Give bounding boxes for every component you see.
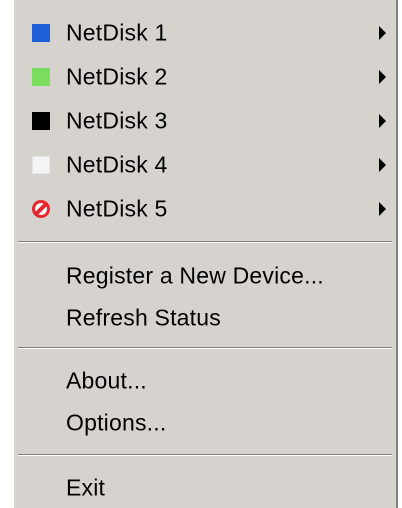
green-square-icon bbox=[32, 68, 50, 86]
submenu-arrow-icon bbox=[379, 114, 386, 128]
about-item[interactable]: About... bbox=[14, 361, 396, 401]
submenu-arrow-icon bbox=[379, 26, 386, 40]
about-label: About... bbox=[66, 367, 147, 394]
submenu-arrow-icon bbox=[379, 158, 386, 172]
no-entry-icon bbox=[32, 200, 50, 218]
menu-item-label: NetDisk 4 bbox=[66, 151, 168, 178]
menu-item-label: NetDisk 5 bbox=[66, 195, 168, 222]
context-menu: NetDisk 1 NetDisk 2 NetDisk 3 NetDisk 4 … bbox=[12, 0, 398, 508]
menu-item-label: NetDisk 3 bbox=[66, 107, 168, 134]
menu-separator bbox=[18, 347, 392, 349]
register-new-device-label: Register a New Device... bbox=[66, 262, 324, 289]
menu-item-netdisk-1[interactable]: NetDisk 1 bbox=[14, 13, 396, 53]
white-square-icon bbox=[32, 156, 50, 174]
black-square-icon bbox=[32, 112, 50, 130]
menu-item-netdisk-5[interactable]: NetDisk 5 bbox=[14, 189, 396, 229]
exit-label: Exit bbox=[66, 474, 106, 501]
submenu-arrow-icon bbox=[379, 202, 386, 216]
menu-item-netdisk-3[interactable]: NetDisk 3 bbox=[14, 101, 396, 141]
menu-item-label: NetDisk 2 bbox=[66, 63, 168, 90]
options-item[interactable]: Options... bbox=[14, 403, 396, 443]
refresh-status-item[interactable]: Refresh Status bbox=[14, 298, 396, 338]
menu-item-netdisk-2[interactable]: NetDisk 2 bbox=[14, 57, 396, 97]
refresh-status-label: Refresh Status bbox=[66, 304, 221, 331]
menu-separator bbox=[18, 454, 392, 456]
menu-separator bbox=[18, 241, 392, 243]
options-label: Options... bbox=[66, 409, 167, 436]
menu-item-netdisk-4[interactable]: NetDisk 4 bbox=[14, 145, 396, 185]
register-new-device-item[interactable]: Register a New Device... bbox=[14, 256, 396, 296]
blue-square-icon bbox=[32, 24, 50, 42]
menu-item-label: NetDisk 1 bbox=[66, 19, 168, 46]
submenu-arrow-icon bbox=[379, 70, 386, 84]
exit-item[interactable]: Exit bbox=[14, 468, 396, 508]
